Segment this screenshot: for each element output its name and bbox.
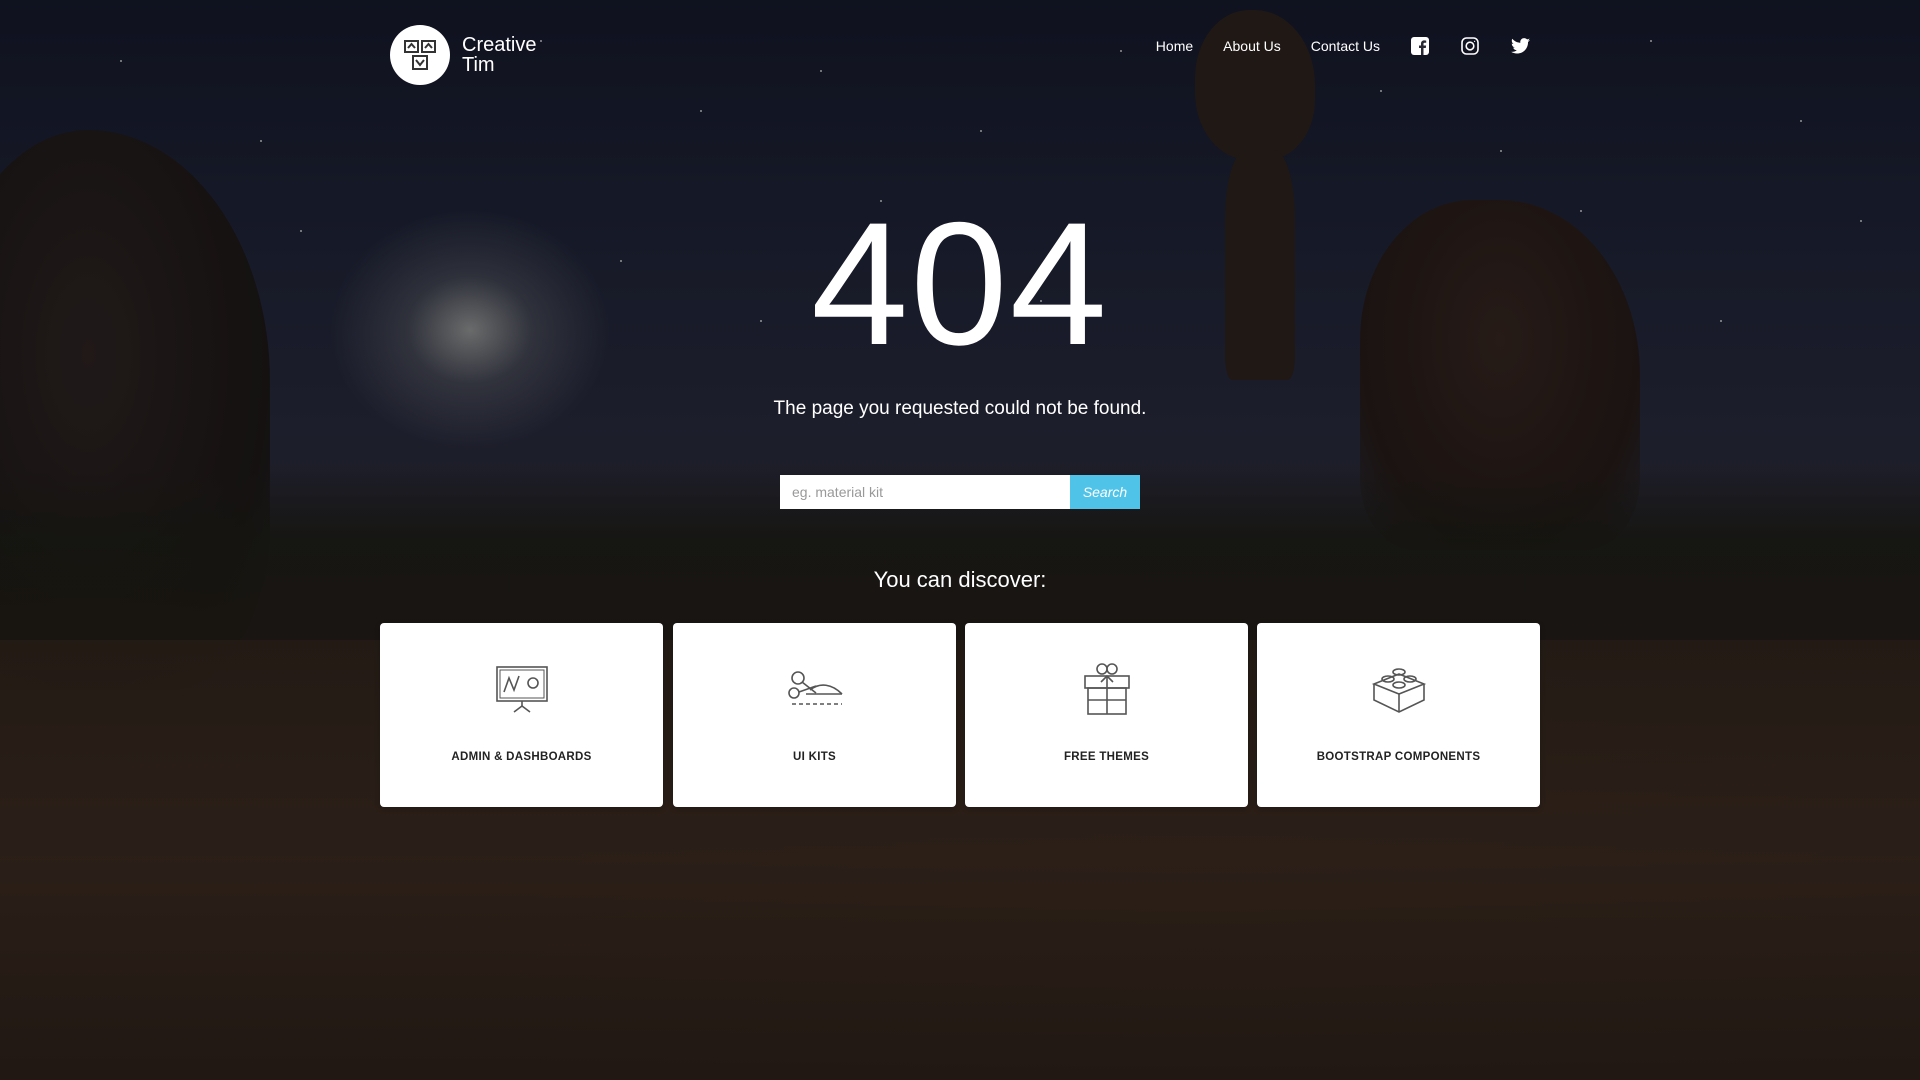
twitter-icon[interactable] [1510,36,1530,56]
card-free-themes[interactable]: FREE THEMES [965,623,1248,807]
brand-link[interactable]: Creative Tim [390,25,552,85]
card-bootstrap-components[interactable]: BOOTSTRAP COMPONENTS [1257,623,1540,807]
error-code: 404 [811,187,1109,382]
presentation-board-icon [380,661,663,717]
instagram-icon[interactable] [1460,36,1480,56]
card-ui-kits[interactable]: UI KITS [673,623,956,807]
card-admin-dashboards[interactable]: ADMIN & DASHBOARDS [380,623,663,807]
creative-tim-logo-icon [390,25,450,85]
scissors-cut-icon [673,661,956,717]
nav-about-us[interactable]: About Us [1223,38,1281,54]
card-label: UI KITS [793,751,836,763]
search-form: Search [780,475,1140,509]
dark-overlay [0,0,1920,1080]
error-message: The page you requested could not be foun… [773,398,1147,419]
balanced-rock [1195,10,1315,160]
gift-box-icon [965,661,1248,717]
nav-contact-us[interactable]: Contact Us [1311,38,1380,54]
brand-name-line1: Creative [462,34,537,56]
lego-brick-icon [1257,661,1540,717]
card-label: BOOTSTRAP COMPONENTS [1316,751,1481,763]
nav-home[interactable]: Home [1156,38,1193,54]
brand-name-line2: Tim [462,54,495,76]
card-label: FREE THEMES [1063,751,1150,763]
main-nav: Home About Us Contact Us [1126,36,1530,56]
card-label: ADMIN & DASHBOARDS [451,751,592,763]
brand-name: Creative Tim [462,35,552,75]
background-scene [0,0,1920,1080]
search-input[interactable] [780,475,1070,509]
discover-cards: ADMIN & DASHBOARDS UI KITS FREE THEMES B… [380,623,1540,807]
search-button[interactable]: Search [1070,475,1140,509]
facebook-icon[interactable] [1410,36,1430,56]
discover-title: You can discover: [873,567,1047,592]
